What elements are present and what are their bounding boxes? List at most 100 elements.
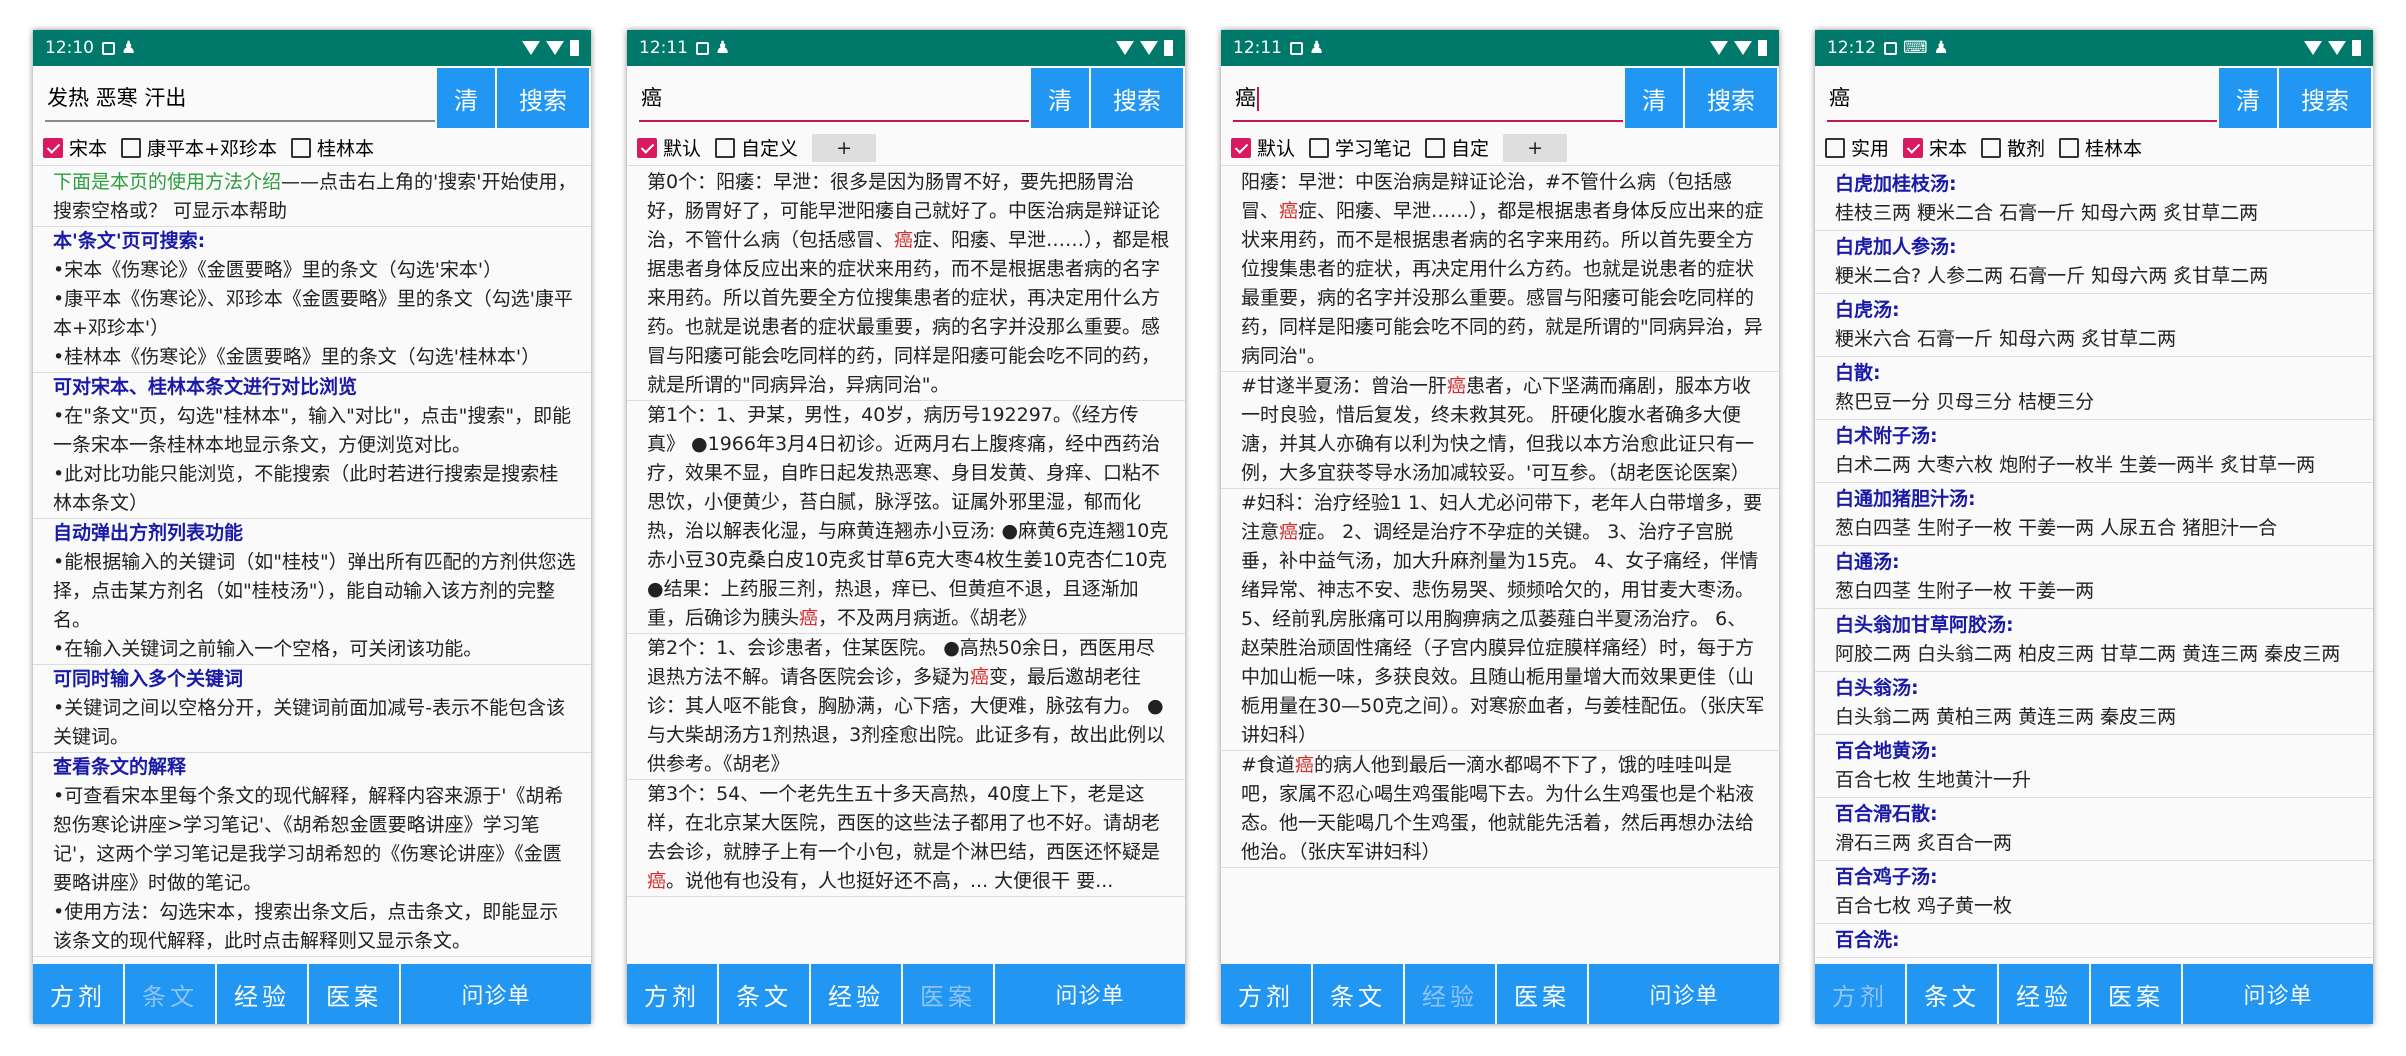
checkbox-box[interactable] xyxy=(1825,137,1845,158)
formula-name: 白术附子汤: xyxy=(1835,425,1938,447)
tab-tiaowen[interactable]: 条文 xyxy=(1313,964,1403,1024)
search-input[interactable]: 癌 xyxy=(1827,78,2217,122)
formula-name: 百合洗: xyxy=(1835,929,1900,951)
checkbox-practical[interactable]: 实用 xyxy=(1825,134,1889,161)
tab-tiaowen[interactable]: 条文 xyxy=(1907,964,1997,1024)
formula-name: 白通汤: xyxy=(1835,551,1900,573)
tab-tiaowen[interactable]: 条文 xyxy=(125,964,215,1024)
checkbox-box[interactable] xyxy=(1425,137,1446,158)
checkbox-box[interactable] xyxy=(1981,137,2002,158)
result-entry[interactable]: 第0个：阳痿：早泄：很多是因为肠胃不好，要先把肠胃治好，肠胃好了，可能早泄阳痿自… xyxy=(627,168,1185,401)
checkbox-box[interactable] xyxy=(121,137,142,158)
search-button[interactable]: 搜索 xyxy=(497,68,589,128)
tab-yian[interactable]: 医案 xyxy=(1497,964,1587,1024)
tab-fangji[interactable]: 方剂 xyxy=(1815,964,1905,1024)
formula-name: 白虎加人参汤: xyxy=(1835,236,1957,258)
formula-item[interactable]: 百合鸡子汤: 百合七枚 鸡子黄一枚 xyxy=(1815,861,2373,924)
formula-item[interactable]: 白头翁加甘草阿胶汤: 阿胶二两 白头翁二两 柏皮三两 甘草二两 黄连三两 秦皮三两 xyxy=(1815,609,2373,672)
formula-item[interactable]: 白通加猪胆汁汤: 葱白四茎 生附子一枚 干姜一两 人尿五合 猪胆汁一合 xyxy=(1815,483,2373,546)
tab-jingyan[interactable]: 经验 xyxy=(811,964,901,1024)
formula-item[interactable]: 百合地黄汤: 百合七枚 生地黄汁一升 xyxy=(1815,735,2373,798)
section-line: •桂林本《伤寒论》《金匮要略》里的条文（勾选'桂林本'） xyxy=(53,346,541,368)
checkbox-default[interactable]: 默认 xyxy=(1231,134,1295,161)
formula-item[interactable]: 白通汤: 葱白四茎 生附子一枚 干姜一两 xyxy=(1815,546,2373,609)
match-highlight: 癌 xyxy=(970,666,990,688)
help-content: 下面是本页的使用方法介绍——点击右上角的'搜索'开始使用，搜索空格或？ 可显示本… xyxy=(33,168,591,964)
tab-fangji[interactable]: 方剂 xyxy=(1221,964,1311,1024)
add-button[interactable]: + xyxy=(1503,133,1568,162)
tab-fangji[interactable]: 方剂 xyxy=(33,964,123,1024)
search-button[interactable]: 搜索 xyxy=(1091,68,1183,128)
formula-item[interactable]: 百合洗: xyxy=(1815,924,2373,958)
checkbox-box[interactable] xyxy=(290,137,311,158)
formula-item[interactable]: 白虎加桂枝汤: 桂枝三两 粳米二合 石膏一斤 知母六两 炙甘草二两 xyxy=(1815,168,2373,231)
checkbox-box[interactable] xyxy=(1903,137,1924,158)
search-button[interactable]: 搜索 xyxy=(1685,68,1777,128)
tab-wenzhendan[interactable]: 问诊单 xyxy=(401,964,591,1024)
checkbox-box[interactable] xyxy=(2059,137,2080,158)
formula-ingredients: 百合七枚 鸡子黄一枚 xyxy=(1835,895,2013,917)
checkbox-box[interactable] xyxy=(1231,137,1251,158)
checkbox-custom[interactable]: 自定 xyxy=(1425,134,1489,161)
formula-name: 白头翁汤: xyxy=(1835,677,1919,699)
checkbox-box[interactable] xyxy=(637,137,657,158)
checkbox-box[interactable] xyxy=(1309,137,1330,158)
formula-item[interactable]: 白术附子汤: 白术二两 大枣六枚 炮附子一枚半 生姜一两半 炙甘草一两 xyxy=(1815,420,2373,483)
search-input[interactable]: 癌 xyxy=(639,78,1029,122)
tab-yian[interactable]: 医案 xyxy=(903,964,993,1024)
result-entry[interactable]: 阳痿：早泄：中医治病是辩证论治，#不管什么病（包括感冒、癌症、阳痿、早泄……），… xyxy=(1221,168,1779,372)
add-button[interactable]: + xyxy=(812,133,877,162)
notification-icon xyxy=(102,41,115,55)
result-entry[interactable]: #甘遂半夏汤：曾治一肝癌患者，心下坚满而痛剧，服本方收一时良验，惜后复发，终未救… xyxy=(1221,372,1779,489)
checkbox-study-notes[interactable]: 学习笔记 xyxy=(1309,134,1411,161)
result-entry[interactable]: 第2个：1、会诊患者，住某医院。 ●高热50余日，西医用尽退热方法不解。请各医院… xyxy=(627,634,1185,780)
formula-item[interactable]: 百合滑石散: 滑石三两 炙百合一两 xyxy=(1815,798,2373,861)
entry-text: 第1个：1、尹某，男性，40岁，病历号192297。《经方传真》 ●1966年3… xyxy=(647,404,1169,629)
entry-text: 症、阳痿、早泄……），都是根据患者身体反应出来的症状来用药，而不是根据患者病的名… xyxy=(647,229,1170,396)
tab-jingyan[interactable]: 经验 xyxy=(1999,964,2089,1024)
search-input[interactable]: 发热 恶寒 汗出 xyxy=(45,78,435,122)
checkbox-kangping[interactable]: 康平本+邓珍本 xyxy=(121,134,277,161)
checkbox-default[interactable]: 默认 xyxy=(637,134,701,161)
formula-item[interactable]: 白散: 熬巴豆一分 贝母三分 桔梗三分 xyxy=(1815,357,2373,420)
checkbox-guilin[interactable]: 桂林本 xyxy=(290,134,374,161)
tab-jingyan[interactable]: 经验 xyxy=(217,964,307,1024)
search-button[interactable]: 搜索 xyxy=(2279,68,2371,128)
checkbox-songben[interactable]: 宋本 xyxy=(1903,134,1967,161)
result-entry[interactable]: 第1个：1、尹某，男性，40岁，病历号192297。《经方传真》 ●1966年3… xyxy=(627,401,1185,634)
tab-jingyan[interactable]: 经验 xyxy=(1405,964,1495,1024)
clear-button[interactable]: 清 xyxy=(437,68,495,128)
formula-name: 白虎加桂枝汤: xyxy=(1835,173,1957,195)
tab-yian[interactable]: 医案 xyxy=(309,964,399,1024)
tab-fangji[interactable]: 方剂 xyxy=(627,964,717,1024)
formula-item[interactable]: 白虎汤: 粳米六合 石膏一斤 知母六两 炙甘草二两 xyxy=(1815,294,2373,357)
battery-icon xyxy=(2352,40,2361,56)
formula-ingredients: 阿胶二两 白头翁二两 柏皮三两 甘草二两 黄连三两 秦皮三两 xyxy=(1835,643,2341,665)
result-entry[interactable]: #食道癌的病人他到最后一滴水都喝不下了，饿的哇哇叫是吧，家属不忍心喝生鸡蛋能喝下… xyxy=(1221,751,1779,868)
case-results: 第0个：阳痿：早泄：很多是因为肠胃不好，要先把肠胃治好，肠胃好了，可能早泄阳痿自… xyxy=(627,168,1185,964)
tab-tiaowen[interactable]: 条文 xyxy=(719,964,809,1024)
checkbox-powder[interactable]: 散剂 xyxy=(1981,134,2045,161)
clear-button[interactable]: 清 xyxy=(2219,68,2277,128)
formula-name: 百合鸡子汤: xyxy=(1835,866,1938,888)
result-entry[interactable]: #妇科：治疗经验1 1、妇人尤必问带下，老年人白带增多，要注意癌症。 2、调经是… xyxy=(1221,489,1779,751)
formula-item[interactable]: 白头翁汤: 白头翁二两 黄柏三两 黄连三两 秦皮三两 xyxy=(1815,672,2373,735)
wifi-icon xyxy=(1710,41,1728,55)
tab-wenzhendan[interactable]: 问诊单 xyxy=(2183,964,2373,1024)
checkbox-box[interactable] xyxy=(715,137,736,158)
clear-button[interactable]: 清 xyxy=(1625,68,1683,128)
result-entry[interactable]: 第3个：54、一个老先生五十多天高热，40度上下，老是这样，在北京某大医院，西医… xyxy=(627,780,1185,897)
tab-wenzhendan[interactable]: 问诊单 xyxy=(1589,964,1779,1024)
checkbox-custom[interactable]: 自定义 xyxy=(715,134,798,161)
tab-wenzhendan[interactable]: 问诊单 xyxy=(995,964,1185,1024)
clear-button[interactable]: 清 xyxy=(1031,68,1089,128)
bottom-nav: 方剂 条文 经验 医案 问诊单 xyxy=(1221,964,1779,1024)
checkbox-box[interactable] xyxy=(43,137,63,158)
checkbox-songben[interactable]: 宋本 xyxy=(43,134,107,161)
search-input[interactable]: 癌 xyxy=(1233,78,1623,122)
checkbox-guilin[interactable]: 桂林本 xyxy=(2059,134,2142,161)
checkbox-label: 散剂 xyxy=(2007,138,2046,160)
formula-item[interactable]: 白虎加人参汤: 粳米二合? 人参二两 石膏一斤 知母六两 炙甘草二两 xyxy=(1815,231,2373,294)
tab-yian[interactable]: 医案 xyxy=(2091,964,2181,1024)
section-line: •在"条文"页，勾选"桂林本"，输入"对比"，点击"搜索"，即能一条宋本一条桂林… xyxy=(53,405,572,456)
